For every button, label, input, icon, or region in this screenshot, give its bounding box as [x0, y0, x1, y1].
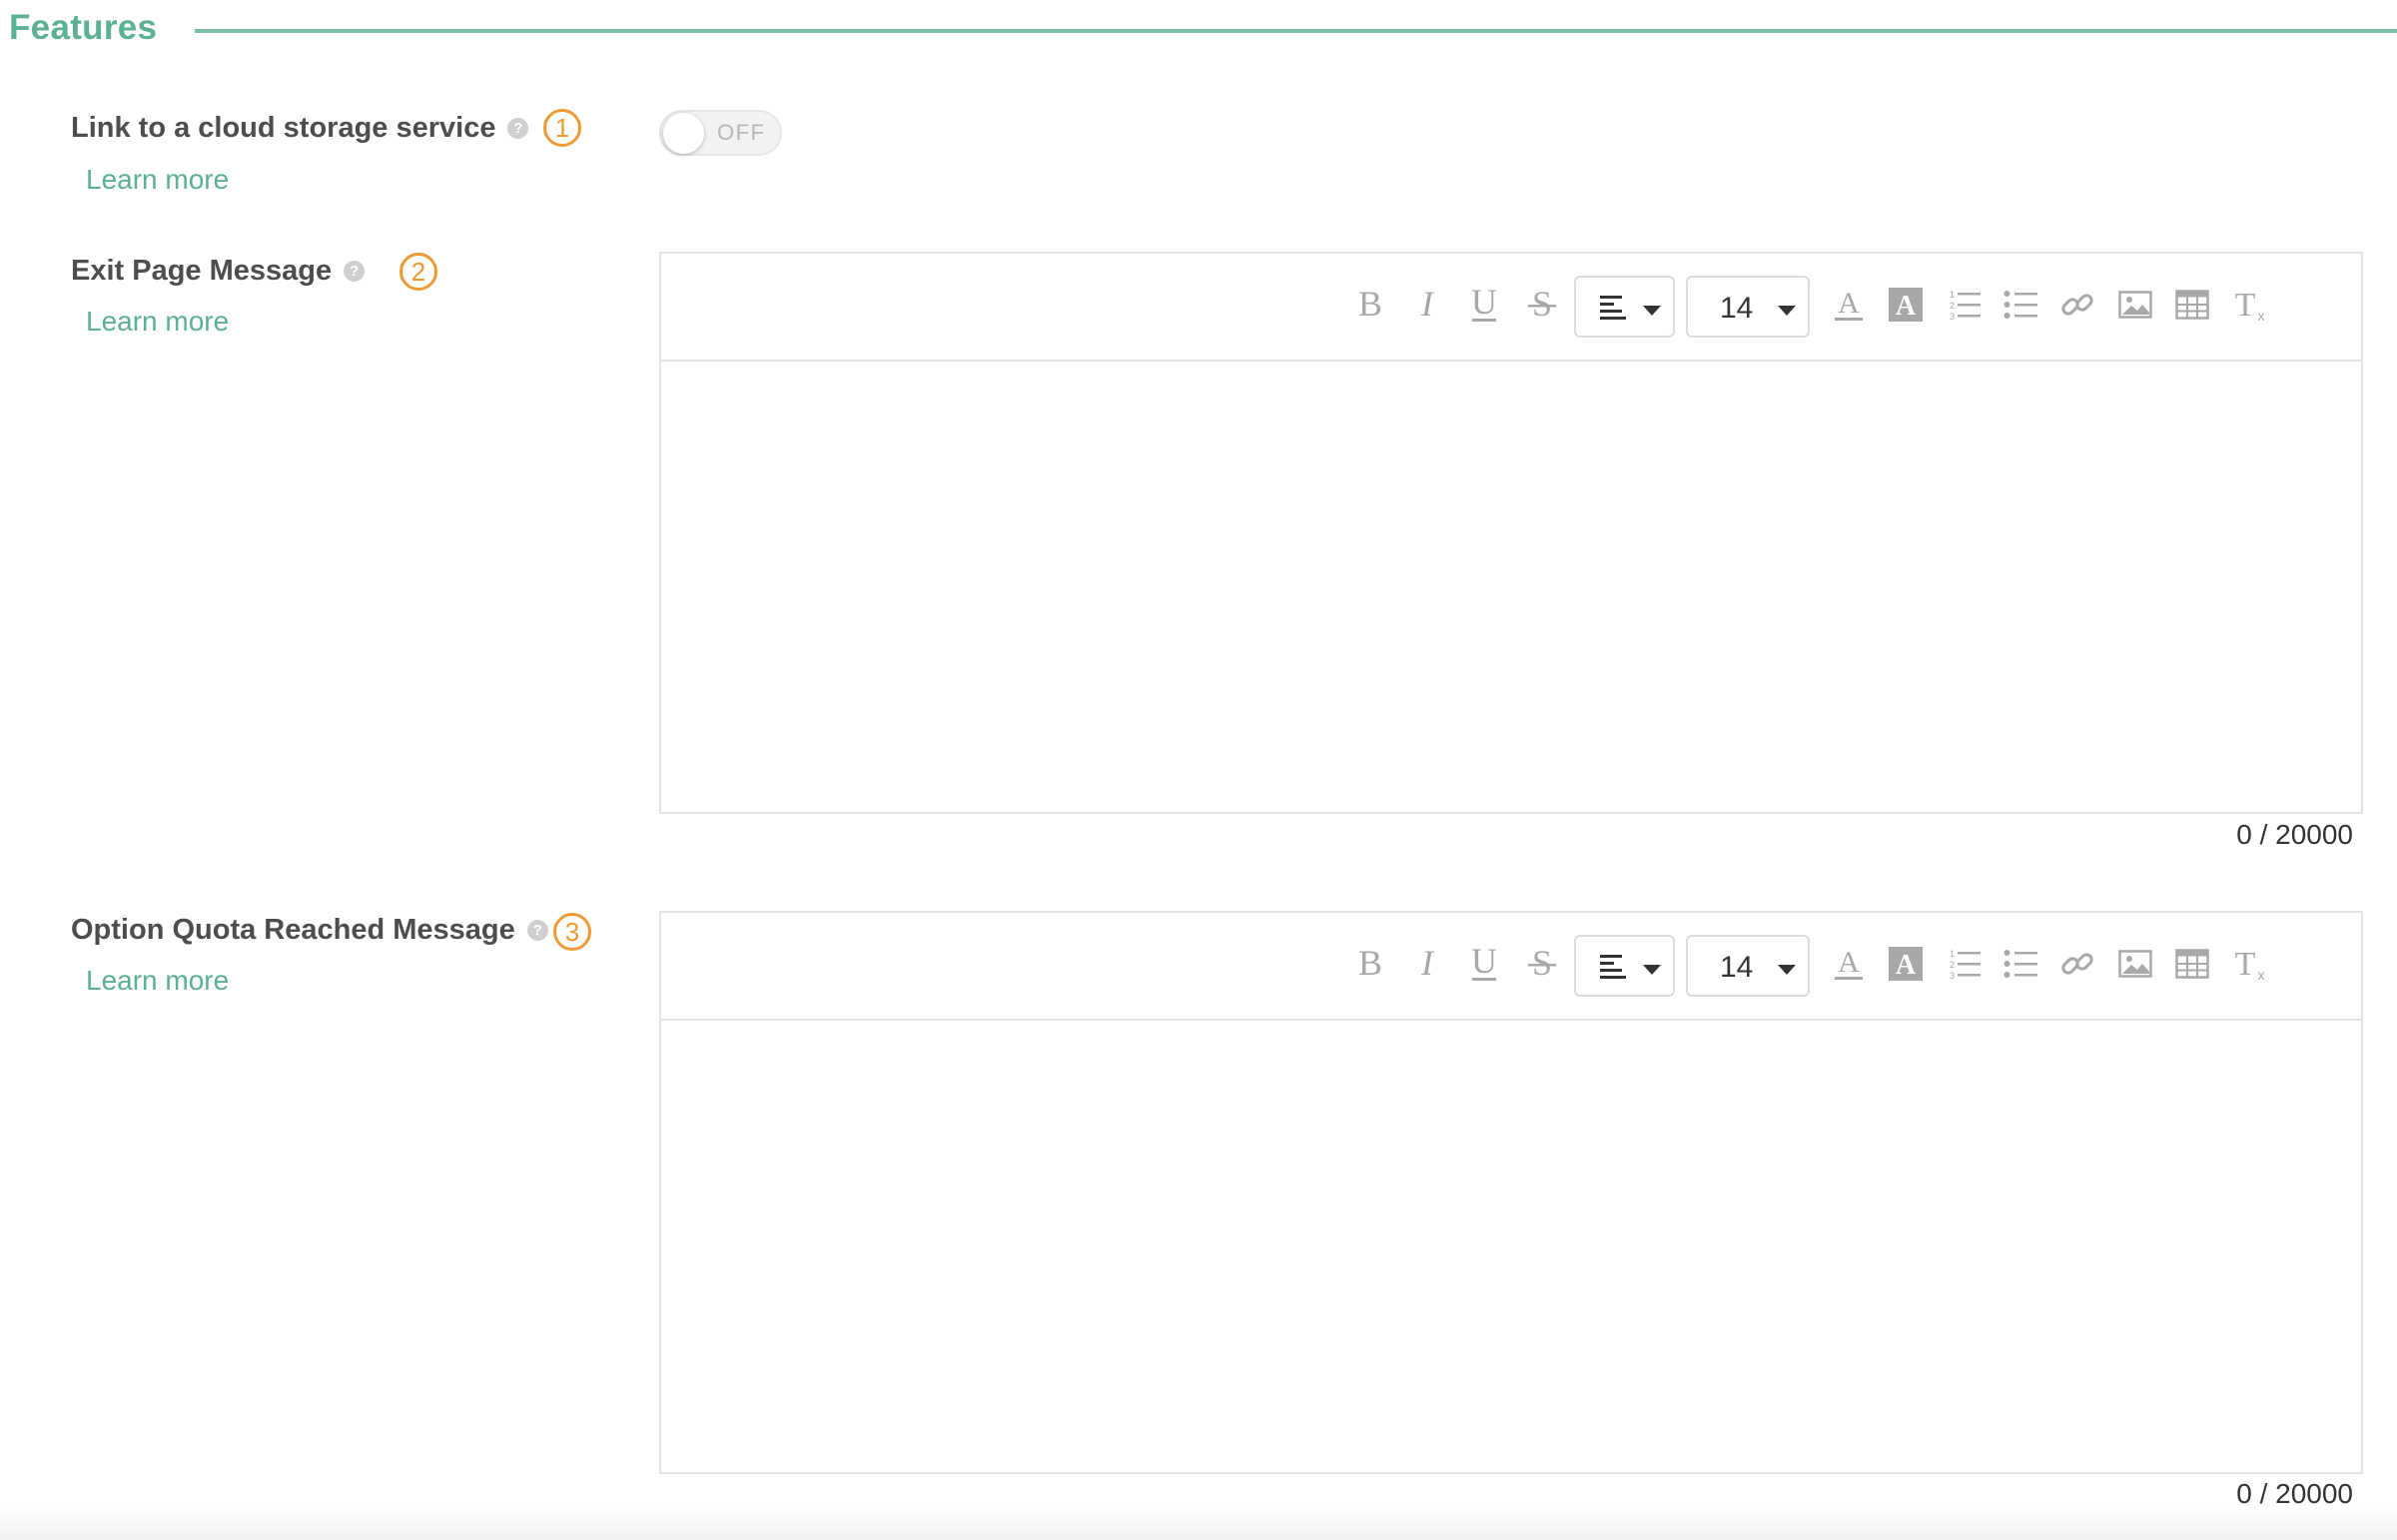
font-color-icon[interactable]: A [1828, 941, 1870, 987]
clear-format-icon[interactable]: Tx [2229, 282, 2271, 328]
link-icon[interactable] [2056, 282, 2098, 328]
italic-icon[interactable]: I [1406, 941, 1448, 987]
svg-text:x: x [2258, 967, 2265, 982]
exit-page-message-editor: B I U S 14 A A 123 Tx [659, 252, 2363, 814]
svg-text:1: 1 [1950, 949, 1955, 959]
svg-text:I: I [1420, 287, 1435, 323]
font-color-icon[interactable]: A [1828, 282, 1870, 328]
font-size-value: 14 [1720, 292, 1754, 325]
svg-text:A: A [1838, 287, 1860, 320]
exit-page-message-label: Exit Page Message ? [71, 255, 366, 288]
italic-icon[interactable]: I [1406, 282, 1448, 328]
option-quota-message-editor: B I U S 14 A A 123 Tx [659, 911, 2363, 1474]
background-color-icon[interactable]: A [1885, 282, 1927, 328]
svg-text:3: 3 [1950, 971, 1955, 980]
features-settings-page: Features Link to a cloud storage service… [0, 0, 2397, 1540]
ordered-list-icon[interactable]: 123 [1943, 282, 1985, 328]
toggle-state-text: OFF [717, 120, 766, 145]
cloud-storage-label-text: Link to a cloud storage service [71, 112, 496, 144]
strikethrough-icon[interactable]: S [1521, 282, 1563, 328]
option-quota-message-content[interactable] [661, 1021, 2361, 1472]
svg-text:2: 2 [1950, 301, 1955, 311]
exit-page-message-content[interactable] [661, 362, 2361, 812]
chevron-down-icon [1778, 965, 1796, 975]
svg-text:1: 1 [1950, 290, 1955, 300]
svg-text:x: x [2258, 308, 2265, 323]
section-divider [195, 29, 2397, 33]
help-icon[interactable]: ? [507, 118, 529, 139]
learn-more-link-cloud-storage[interactable]: Learn more [86, 164, 229, 196]
svg-text:B: B [1358, 287, 1382, 323]
bullet-list-icon[interactable] [1999, 282, 2041, 328]
chevron-down-icon [1643, 306, 1661, 316]
align-left-icon [1600, 296, 1628, 327]
bold-icon[interactable]: B [1349, 941, 1391, 987]
svg-text:A: A [1896, 291, 1917, 322]
section-title: Features [9, 8, 158, 47]
help-icon[interactable]: ? [526, 920, 548, 941]
svg-text:I: I [1420, 946, 1435, 982]
svg-text:T: T [2235, 946, 2256, 982]
cloud-storage-toggle[interactable]: OFF [659, 110, 782, 156]
cloud-storage-label: Link to a cloud storage service ? [71, 112, 529, 145]
svg-text:T: T [2235, 287, 2256, 323]
option-quota-message-label-text: Option Quota Reached Message [71, 914, 515, 946]
svg-text:B: B [1358, 946, 1382, 982]
ordered-list-icon[interactable]: 123 [1943, 941, 1985, 987]
font-size-select[interactable]: 14 [1686, 276, 1810, 338]
image-icon[interactable] [2114, 282, 2156, 328]
font-size-select[interactable]: 14 [1686, 935, 1810, 997]
page-bottom-shade [0, 1506, 2397, 1540]
background-color-icon[interactable]: A [1885, 941, 1927, 987]
font-size-value: 14 [1720, 951, 1754, 984]
step-badge-1: 1 [543, 109, 581, 147]
align-left-icon [1600, 955, 1628, 986]
svg-text:A: A [1838, 946, 1860, 979]
svg-text:2: 2 [1950, 960, 1955, 970]
table-icon[interactable] [2171, 282, 2213, 328]
exit-page-message-label-text: Exit Page Message [71, 255, 333, 287]
bullet-list-icon[interactable] [1999, 941, 2041, 987]
text-align-select[interactable] [1574, 276, 1675, 338]
link-icon[interactable] [2056, 941, 2098, 987]
exit-page-message-char-count: 0 / 20000 [2236, 819, 2353, 850]
svg-text:U: U [1471, 944, 1497, 981]
chevron-down-icon [1643, 965, 1661, 975]
step-badge-3: 3 [553, 913, 591, 951]
table-icon[interactable] [2171, 941, 2213, 987]
strikethrough-icon[interactable]: S [1521, 941, 1563, 987]
underline-icon[interactable]: U [1463, 941, 1505, 987]
image-icon[interactable] [2114, 941, 2156, 987]
svg-text:U: U [1471, 285, 1497, 322]
editor-toolbar: B I U S 14 A A 123 Tx [661, 913, 2361, 1021]
text-align-select[interactable] [1574, 935, 1675, 997]
svg-text:A: A [1896, 950, 1917, 981]
svg-text:3: 3 [1950, 312, 1955, 321]
toggle-knob [663, 113, 704, 154]
learn-more-link-exit-page[interactable]: Learn more [86, 306, 229, 338]
option-quota-message-label: Option Quota Reached Message ? [71, 914, 548, 947]
chevron-down-icon [1778, 306, 1796, 316]
learn-more-link-option-quota[interactable]: Learn more [86, 965, 229, 997]
clear-format-icon[interactable]: Tx [2229, 941, 2271, 987]
editor-toolbar: B I U S 14 A A 123 Tx [661, 254, 2361, 362]
bold-icon[interactable]: B [1349, 282, 1391, 328]
step-badge-2: 2 [400, 253, 437, 291]
help-icon[interactable]: ? [344, 261, 366, 282]
underline-icon[interactable]: U [1463, 282, 1505, 328]
